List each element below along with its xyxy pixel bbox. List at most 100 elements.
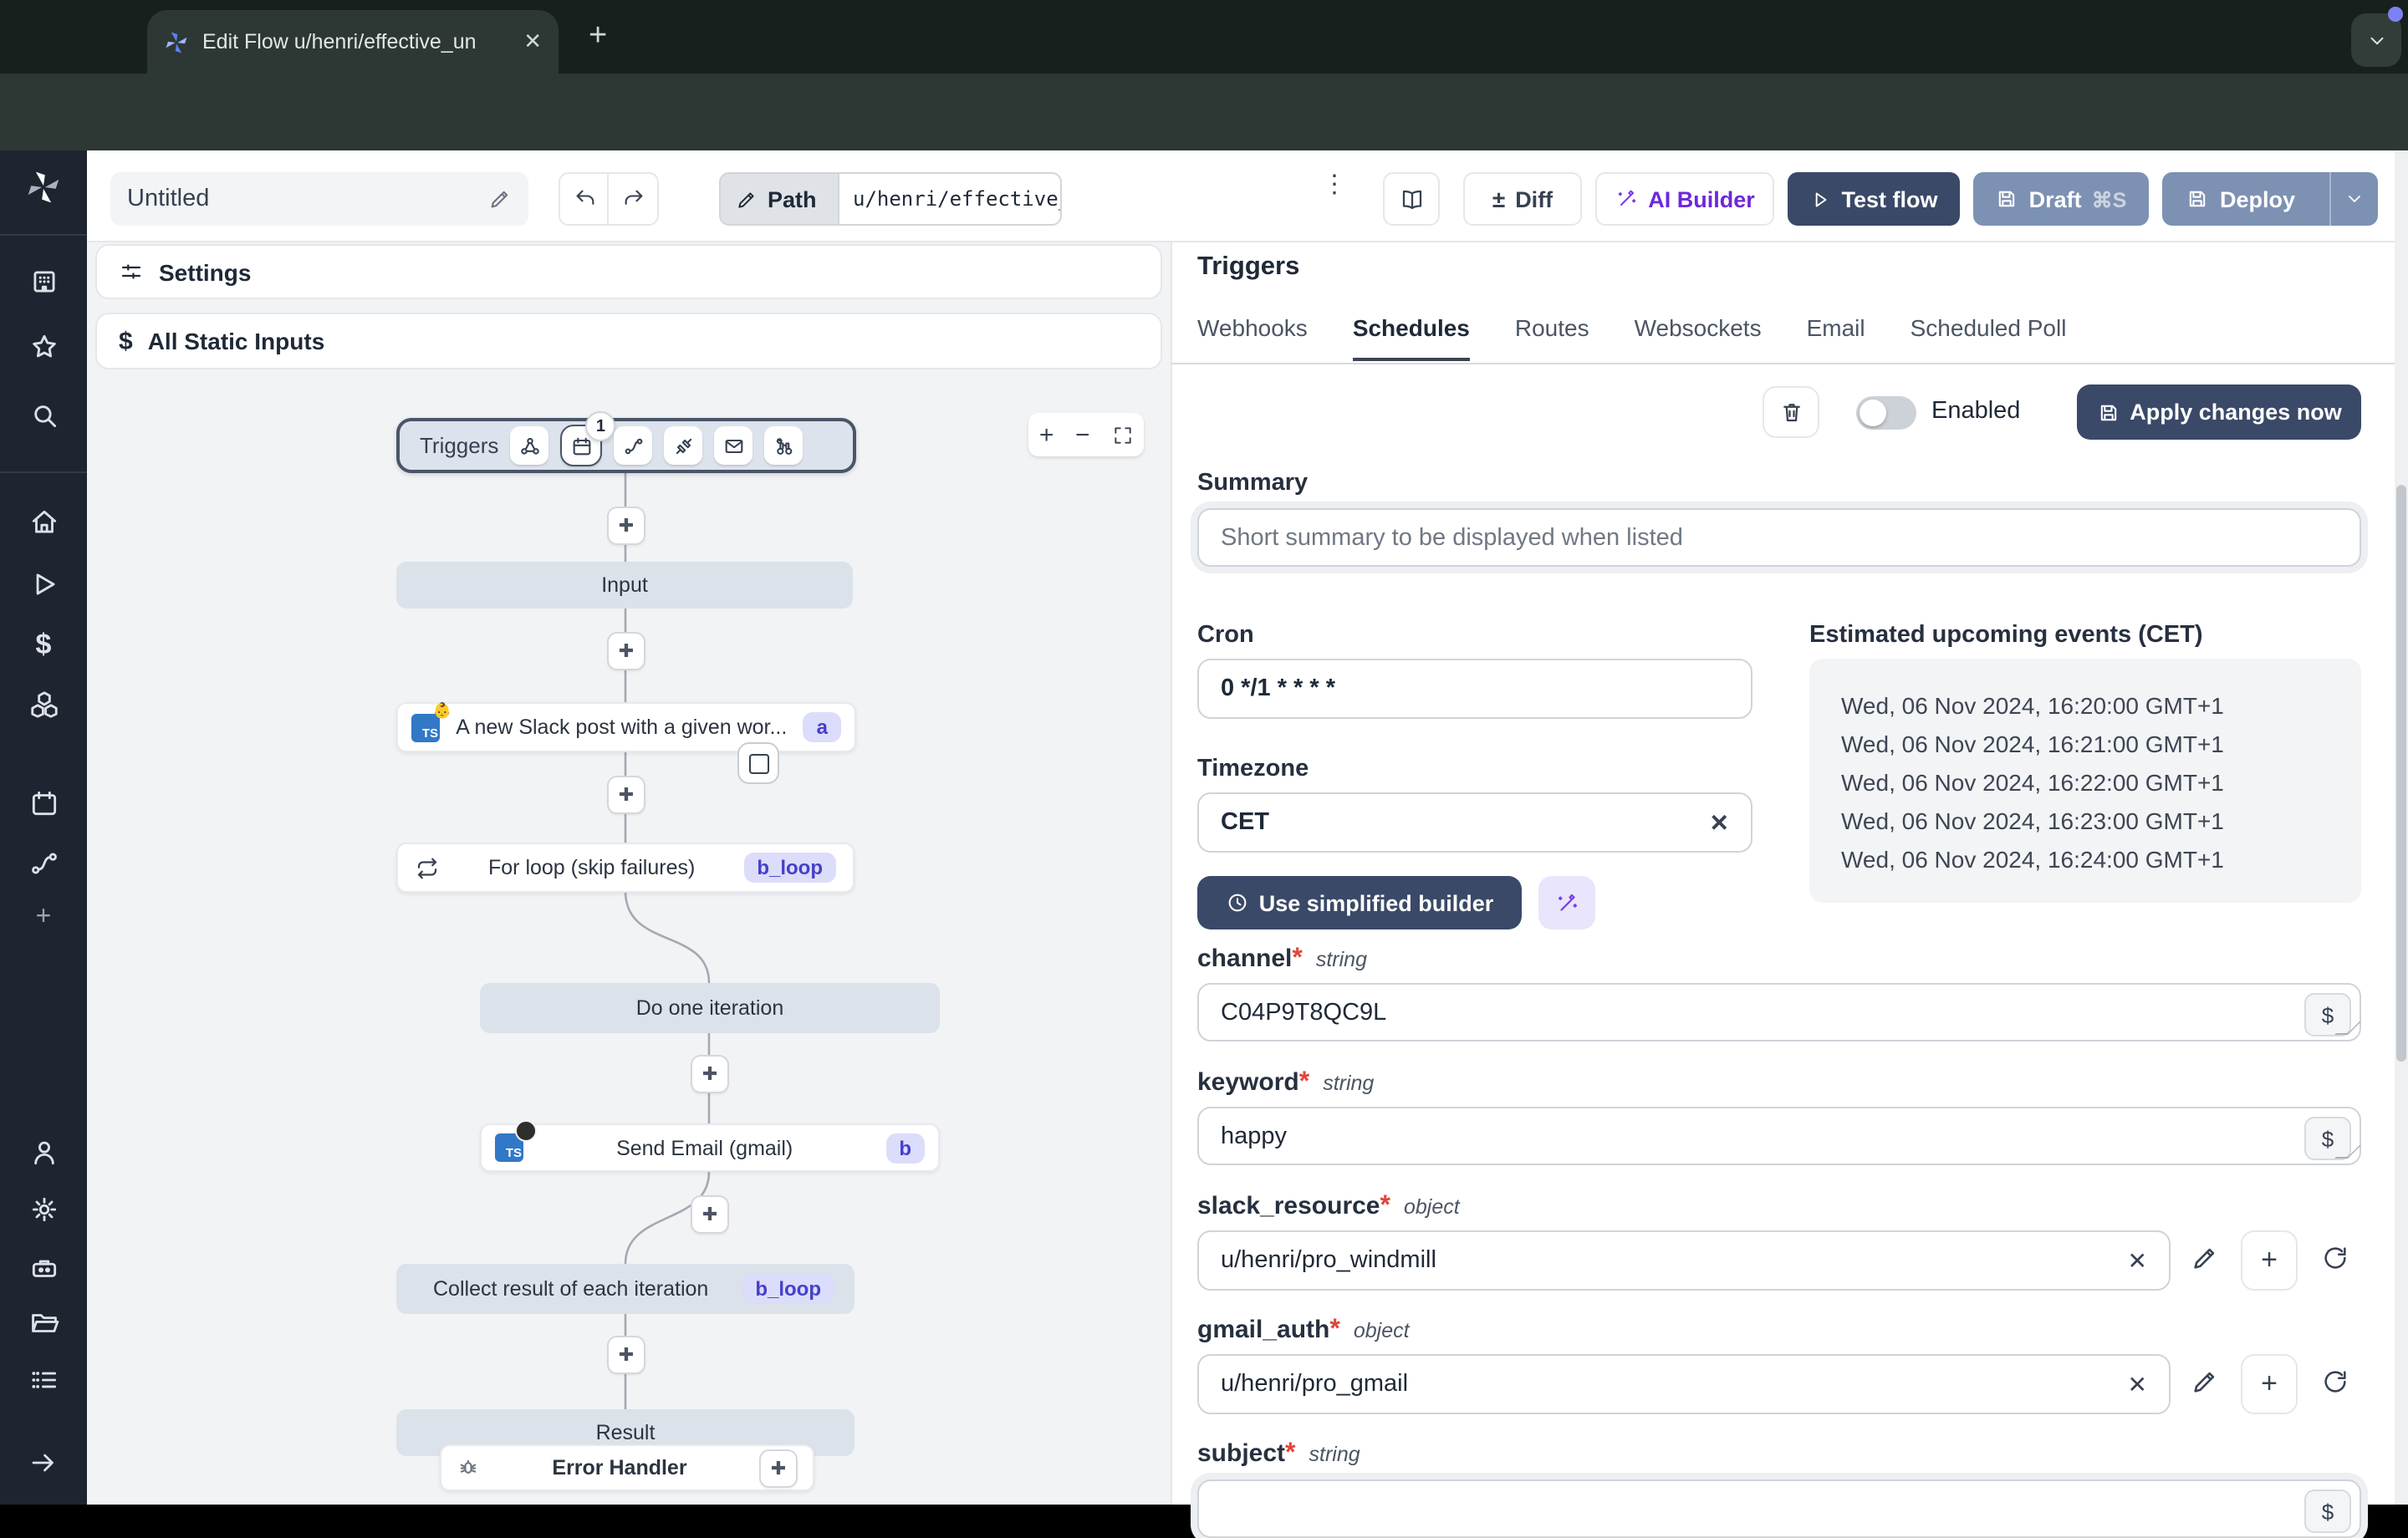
summary-input[interactable]: Short summary to be displayed when liste…	[1197, 508, 2361, 567]
slack-resource-clear-icon[interactable]: ✕	[2128, 1246, 2147, 1275]
subject-dollar-button[interactable]: $	[2304, 1490, 2351, 1533]
node-collect-result[interactable]: Collect result of each iteration b_loop	[396, 1264, 855, 1314]
tab-schedules[interactable]: Schedules	[1352, 314, 1470, 361]
fullscreen-icon[interactable]	[1111, 424, 1133, 446]
path-chip[interactable]: Path	[719, 172, 839, 226]
sidebar-item-runs[interactable]	[0, 568, 87, 600]
channel-input[interactable]: C04P9T8QC9L $	[1197, 983, 2361, 1041]
redo-button[interactable]	[607, 172, 659, 226]
delete-schedule-button[interactable]	[1763, 386, 1819, 438]
undo-button[interactable]	[559, 172, 610, 226]
save-icon	[2100, 404, 2116, 420]
trigger-webhook-button[interactable]	[510, 426, 549, 465]
flow-name-input[interactable]: Untitled	[110, 172, 528, 226]
add-step-button[interactable]: ✚	[607, 1336, 645, 1374]
all-static-inputs-card[interactable]: $ All Static Inputs	[95, 313, 1162, 369]
sidebar-expand-button[interactable]	[0, 1448, 87, 1478]
deploy-button[interactable]: Deploy	[2162, 172, 2378, 226]
plus-minus-icon: ±	[1492, 186, 1506, 212]
trigger-route-button[interactable]	[614, 426, 653, 465]
tab-scheduled-poll[interactable]: Scheduled Poll	[1911, 314, 2067, 361]
node-for-loop[interactable]: For loop (skip failures) b_loop	[396, 843, 855, 893]
ai-cron-button[interactable]	[1538, 876, 1595, 929]
gmail-auth-input[interactable]: u/henri/pro_gmail ✕	[1197, 1354, 2171, 1414]
docs-button[interactable]	[1383, 172, 1440, 226]
gmail-auth-edit-button[interactable]	[2191, 1367, 2219, 1396]
ai-builder-button[interactable]: AI Builder	[1595, 172, 1774, 226]
sidebar-item-favorites[interactable]	[0, 331, 87, 363]
trigger-email-button[interactable]	[714, 426, 753, 465]
add-step-button[interactable]: ✚	[607, 507, 645, 545]
add-step-button[interactable]: ✚	[607, 632, 645, 670]
slack-resource-add-button[interactable]: +	[2241, 1230, 2298, 1291]
add-step-button[interactable]: ✚	[607, 776, 645, 814]
for-loop-id-badge: b_loop	[743, 853, 836, 883]
keyword-input[interactable]: happy $	[1197, 1107, 2361, 1165]
sidebar-item-settings[interactable]	[0, 1194, 87, 1225]
path-value-input[interactable]: u/henri/effective_undef	[838, 172, 1062, 226]
node-do-one-iteration[interactable]: Do one iteration	[480, 983, 940, 1033]
flow-settings-card[interactable]: Settings	[95, 244, 1162, 299]
deploy-dropdown-button[interactable]	[2329, 172, 2378, 226]
zoom-in-button[interactable]: +	[1039, 420, 1054, 449]
more-options-button[interactable]: ⋮	[1321, 169, 1348, 199]
app-sidebar: $ +	[0, 150, 87, 1505]
enabled-toggle[interactable]	[1856, 396, 1916, 430]
page-scrollbar-thumb[interactable]	[2396, 485, 2406, 1062]
subject-input[interactable]: $	[1197, 1479, 2361, 1538]
timezone-clear-icon[interactable]: ✕	[1710, 808, 1729, 837]
sidebar-item-search[interactable]	[0, 400, 87, 431]
draft-button[interactable]: Draft ⌘S	[1973, 172, 2149, 226]
add-step-button[interactable]: ✚	[691, 1195, 729, 1234]
tab-email[interactable]: Email	[1807, 314, 1865, 361]
tab-webhooks[interactable]: Webhooks	[1197, 314, 1308, 361]
test-flow-button[interactable]: Test flow	[1788, 172, 1960, 226]
sidebar-item-audit-logs[interactable]	[0, 1364, 87, 1396]
clock-icon	[1228, 894, 1247, 912]
slack-resource-refresh-button[interactable]	[2321, 1244, 2349, 1272]
node-send-email[interactable]: TS Send Email (gmail) b	[480, 1120, 940, 1172]
sidebar-item-home[interactable]	[0, 507, 87, 538]
sidebar-item-users[interactable]	[0, 1137, 87, 1169]
node-slack-post[interactable]: TS 👶 A new Slack post with a given wor...…	[396, 701, 856, 752]
browser-tab[interactable]: Edit Flow u/henri/effective_un ✕	[147, 10, 559, 74]
sidebar-item-workers[interactable]	[0, 1252, 87, 1284]
node-action-button[interactable]	[737, 742, 779, 784]
pencil-icon[interactable]	[488, 187, 512, 211]
sidebar-item-schedules[interactable]	[0, 787, 87, 819]
gmail-auth-refresh-button[interactable]	[2321, 1367, 2349, 1396]
sidebar-item-add[interactable]: +	[0, 903, 87, 933]
tab-routes[interactable]: Routes	[1515, 314, 1589, 361]
node-input[interactable]: Input	[396, 562, 853, 609]
node-error-handler[interactable]: Error Handler ✚	[440, 1444, 814, 1491]
trigger-tabs: Webhooks Schedules Routes Websockets Ema…	[1197, 314, 2066, 361]
gmail-auth-add-button[interactable]: +	[2241, 1354, 2298, 1414]
tab-close-icon[interactable]: ✕	[523, 28, 542, 55]
trigger-websocket-button[interactable]	[664, 426, 703, 465]
sidebar-item-routes[interactable]	[0, 848, 87, 879]
simplified-builder-button[interactable]: Use simplified builder	[1197, 876, 1522, 929]
gmail-auth-clear-icon[interactable]: ✕	[2128, 1370, 2147, 1398]
tab-title: Edit Flow u/henri/effective_un	[202, 30, 477, 53]
error-handler-add-button[interactable]: ✚	[759, 1449, 798, 1487]
sidebar-item-workspace[interactable]	[0, 266, 87, 298]
trigger-schedule-button[interactable]: 1	[560, 411, 616, 466]
apply-changes-button[interactable]: Apply changes now	[2077, 384, 2361, 440]
windmill-logo[interactable]	[0, 169, 87, 206]
cron-input[interactable]: 0 */1 * * * *	[1197, 659, 1752, 719]
slack-node-id-badge: a	[803, 712, 841, 742]
timezone-input[interactable]: CET ✕	[1197, 792, 1752, 853]
sidebar-item-resources[interactable]	[0, 689, 87, 721]
add-step-button[interactable]: ✚	[691, 1055, 729, 1093]
new-tab-button[interactable]: +	[589, 18, 607, 55]
trigger-scheduled-poll-button[interactable]	[764, 426, 804, 465]
slack-resource-edit-button[interactable]	[2191, 1244, 2219, 1272]
sidebar-item-folders[interactable]	[0, 1307, 87, 1339]
sidebar-item-variables[interactable]: $	[0, 629, 87, 662]
zoom-out-button[interactable]: −	[1075, 420, 1090, 449]
tab-websockets[interactable]: Websockets	[1635, 314, 1762, 361]
slack-resource-input[interactable]: u/henri/pro_windmill ✕	[1197, 1230, 2171, 1291]
diff-button[interactable]: ± Diff	[1463, 172, 1582, 226]
node-triggers[interactable]: Triggers 1	[396, 411, 856, 473]
sidebar-divider-2	[0, 471, 87, 473]
